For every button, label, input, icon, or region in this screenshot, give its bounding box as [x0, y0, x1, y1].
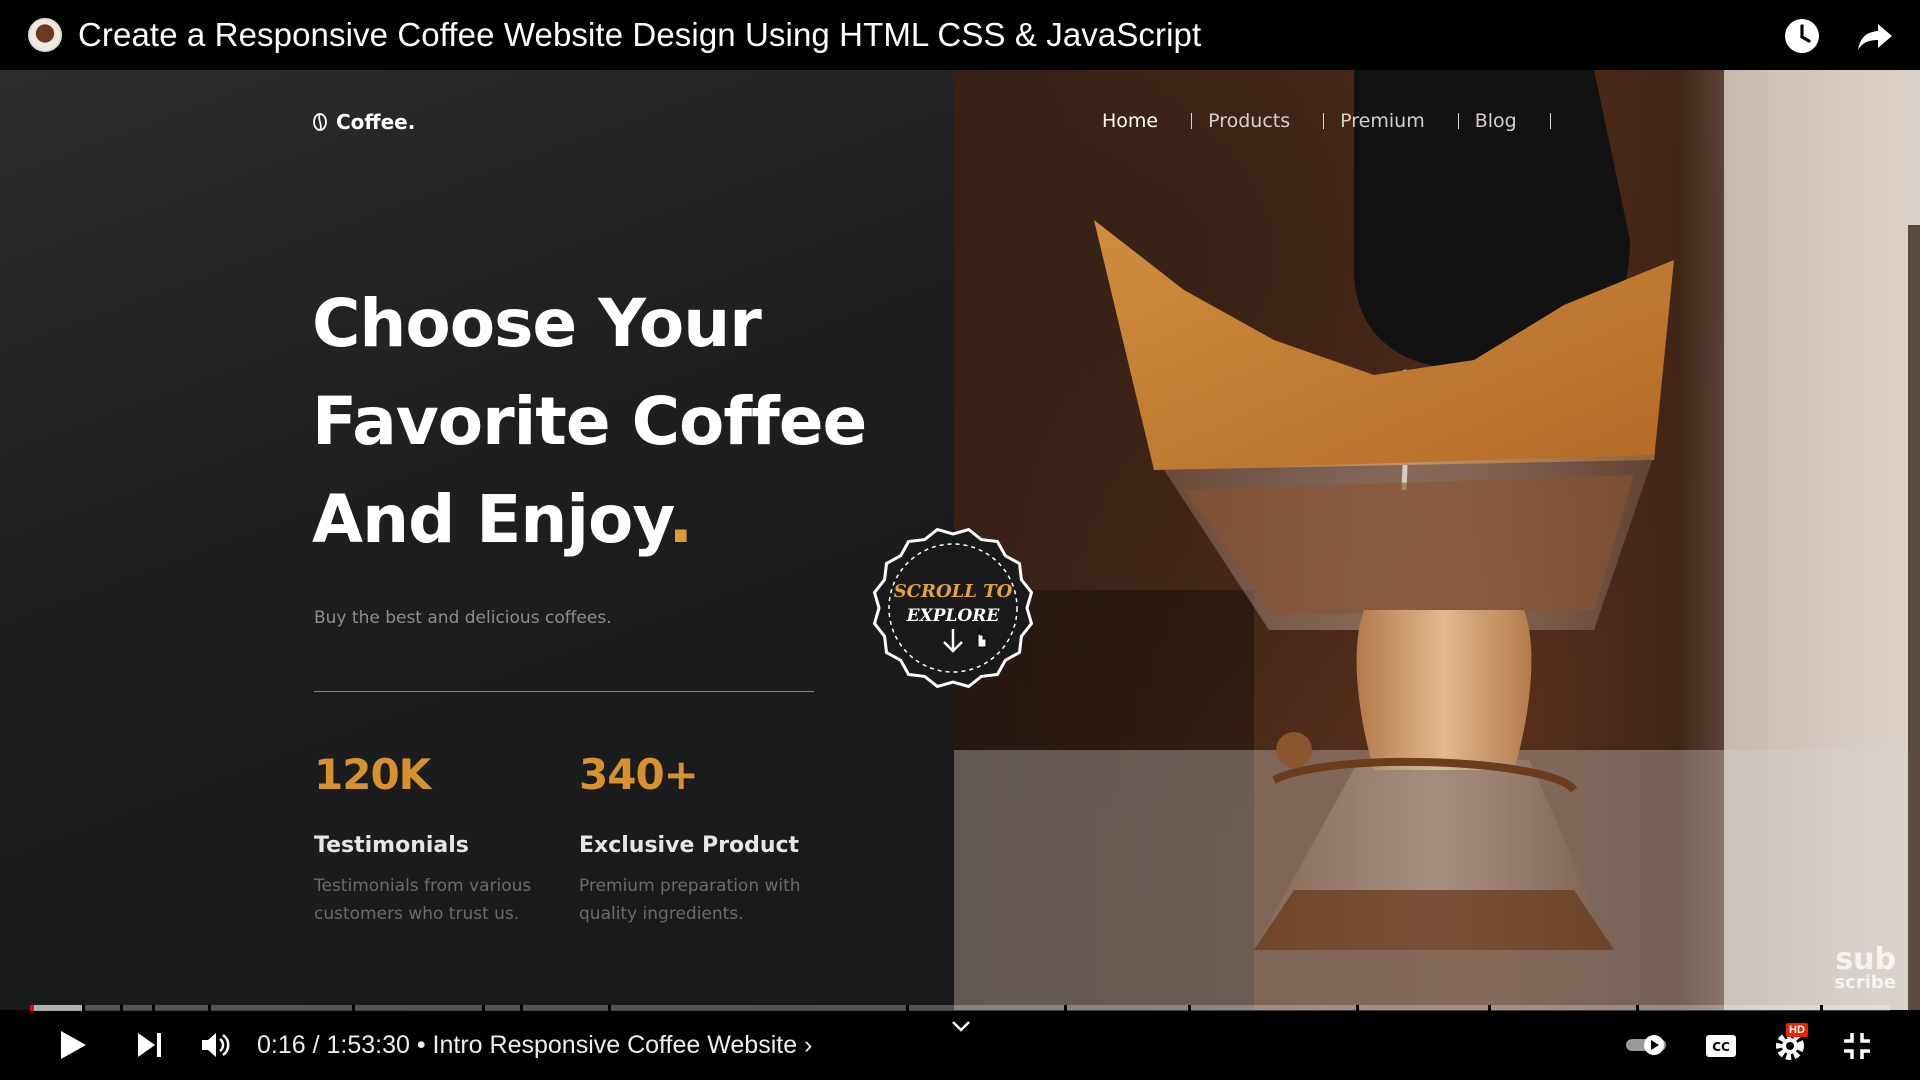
stat-description-line1: Premium preparation with	[579, 876, 801, 896]
stat-testimonials: 120K Testimonials Testimonials from vari…	[314, 750, 554, 928]
coffee-bean-icon	[313, 113, 327, 131]
stat-label: Testimonials	[314, 833, 469, 858]
nav-blog[interactable]: Blog	[1459, 110, 1551, 132]
stat-number: 340+	[579, 750, 699, 799]
video-title-bar: Create a Responsive Coffee Website Desig…	[0, 0, 1920, 70]
chemex-image	[954, 70, 1920, 1010]
stat-description-line1: Testimonials from various	[314, 876, 532, 896]
nav-home[interactable]: Home	[1086, 110, 1193, 132]
hero-coffee-photo	[954, 70, 1920, 1010]
subscribe-watermark[interactable]: sub scribe	[1834, 942, 1896, 993]
stat-label: Exclusive Product	[579, 833, 800, 858]
hero-title-line1: Choose Your	[312, 285, 762, 362]
scroll-to-explore-badge[interactable]: SCROLL TO EXPLORE	[870, 525, 1036, 691]
stat-number: 120K	[314, 750, 431, 799]
play-icon[interactable]	[58, 1029, 88, 1066]
site-nav: Home Products Premium Blog	[1086, 110, 1551, 132]
scroll-badge-graphic: SCROLL TO EXPLORE	[872, 527, 1034, 689]
hero-divider	[314, 691, 814, 692]
hero-title: Choose Your Favorite Coffee And Enjoy.	[312, 275, 872, 569]
hero-subtitle: Buy the best and delicious coffees.	[314, 608, 612, 628]
site-logo-text: Coffee.	[336, 110, 416, 134]
channel-avatar[interactable]	[28, 18, 62, 52]
video-frame[interactable]: Coffee. Home Products Premium Blog Choos…	[0, 70, 1920, 1010]
autoplay-toggle-icon[interactable]	[1624, 1033, 1668, 1062]
time-display: 0:16 / 1:53:30	[257, 1031, 410, 1059]
nav-premium[interactable]: Premium	[1324, 110, 1459, 132]
page-scrollbar-thumb[interactable]	[1908, 70, 1920, 225]
site-logo[interactable]: Coffee.	[312, 110, 415, 134]
chapter-title[interactable]: • Intro Responsive Coffee Website ›	[417, 1031, 813, 1059]
chapter-chevron-icon[interactable]	[950, 1019, 972, 1038]
stat-description-line2: quality ingredients.	[579, 904, 744, 924]
exit-fullscreen-icon[interactable]	[1842, 1031, 1872, 1066]
watch-later-icon[interactable]	[1782, 16, 1822, 56]
page-scrollbar[interactable]	[1908, 70, 1920, 1010]
share-icon[interactable]	[1854, 16, 1896, 56]
stat-description: Testimonials from various customers who …	[314, 872, 554, 928]
top-actions	[1782, 16, 1896, 56]
scroll-badge-line1: SCROLL TO	[894, 581, 1013, 602]
nav-products[interactable]: Products	[1192, 110, 1325, 132]
hero-title-line2: Favorite Coffee	[312, 383, 867, 460]
stat-description-line2: customers who trust us.	[314, 904, 520, 924]
hero-title-line3-text: And Enjoy	[312, 481, 669, 558]
hero-title-dot: .	[668, 481, 693, 558]
next-icon[interactable]	[136, 1031, 164, 1064]
scroll-badge-line2: EXPLORE	[906, 606, 1001, 626]
captions-icon[interactable]: CC	[1704, 1033, 1738, 1064]
time-and-chapter[interactable]: 0:16 / 1:53:30 • Intro Responsive Coffee…	[257, 1031, 812, 1060]
stat-exclusive-product: 340+ Exclusive Product Premium preparati…	[579, 750, 819, 928]
video-title[interactable]: Create a Responsive Coffee Website Desig…	[78, 16, 1201, 54]
hero-title-line3: And Enjoy.	[312, 471, 872, 569]
stat-description: Premium preparation with quality ingredi…	[579, 872, 819, 928]
volume-icon[interactable]	[200, 1030, 232, 1065]
watermark-line2: scribe	[1834, 972, 1896, 993]
player-controls: 0:16 / 1:53:30 • Intro Responsive Coffee…	[0, 1011, 1920, 1080]
watermark-line1: sub	[1835, 942, 1896, 977]
hd-badge: HD	[1786, 1023, 1808, 1037]
svg-text:CC: CC	[1712, 1040, 1730, 1054]
